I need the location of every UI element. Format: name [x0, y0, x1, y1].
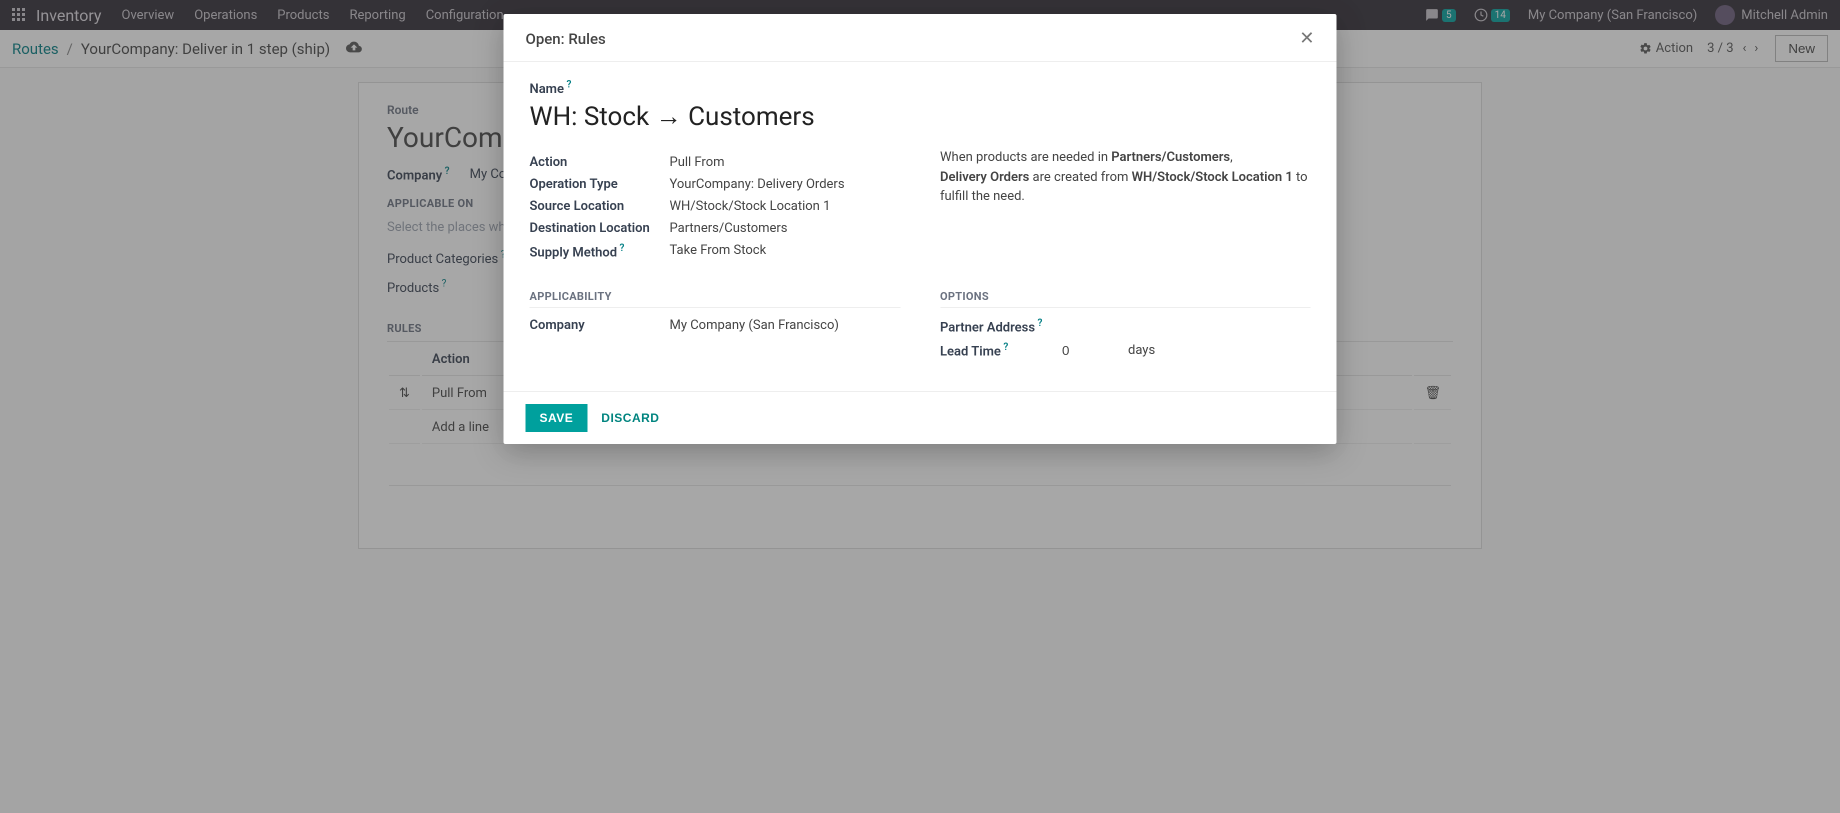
action-k: Action — [530, 155, 670, 170]
partner-addr-k: Partner Address ? — [940, 318, 1060, 335]
options-heading: OPTIONS — [940, 290, 1311, 308]
supply-v[interactable]: Take From Stock — [670, 243, 767, 260]
save-button[interactable]: SAVE — [526, 404, 588, 432]
appl-company-v[interactable]: My Company (San Francisco) — [670, 318, 839, 333]
destloc-k: Destination Location — [530, 221, 670, 236]
rules-dialog: Open: Rules ✕ Name ? WH: Stock → Custome… — [504, 14, 1337, 444]
lead-time-k: Lead Time ? — [940, 342, 1060, 359]
supply-k: Supply Method ? — [530, 243, 670, 260]
lead-time-unit: days — [1128, 343, 1155, 358]
destloc-v[interactable]: Partners/Customers — [670, 221, 788, 236]
close-icon[interactable]: ✕ — [1299, 28, 1314, 49]
appl-company-k: Company — [530, 318, 670, 333]
srcloc-v[interactable]: WH/Stock/Stock Location 1 — [670, 199, 831, 214]
name-label: Name ? — [530, 82, 572, 97]
rule-name-value[interactable]: WH: Stock → Customers — [530, 101, 1311, 132]
rule-description: When products are needed in Partners/Cus… — [940, 148, 1311, 207]
discard-button[interactable]: DISCARD — [601, 404, 659, 432]
srcloc-k: Source Location — [530, 199, 670, 214]
applicability-heading: APPLICABILITY — [530, 290, 901, 308]
action-v[interactable]: Pull From — [670, 155, 725, 170]
optype-v[interactable]: YourCompany: Delivery Orders — [670, 177, 845, 192]
lead-time-input[interactable] — [1060, 341, 1120, 361]
dialog-title: Open: Rules — [526, 30, 606, 48]
optype-k: Operation Type — [530, 177, 670, 192]
